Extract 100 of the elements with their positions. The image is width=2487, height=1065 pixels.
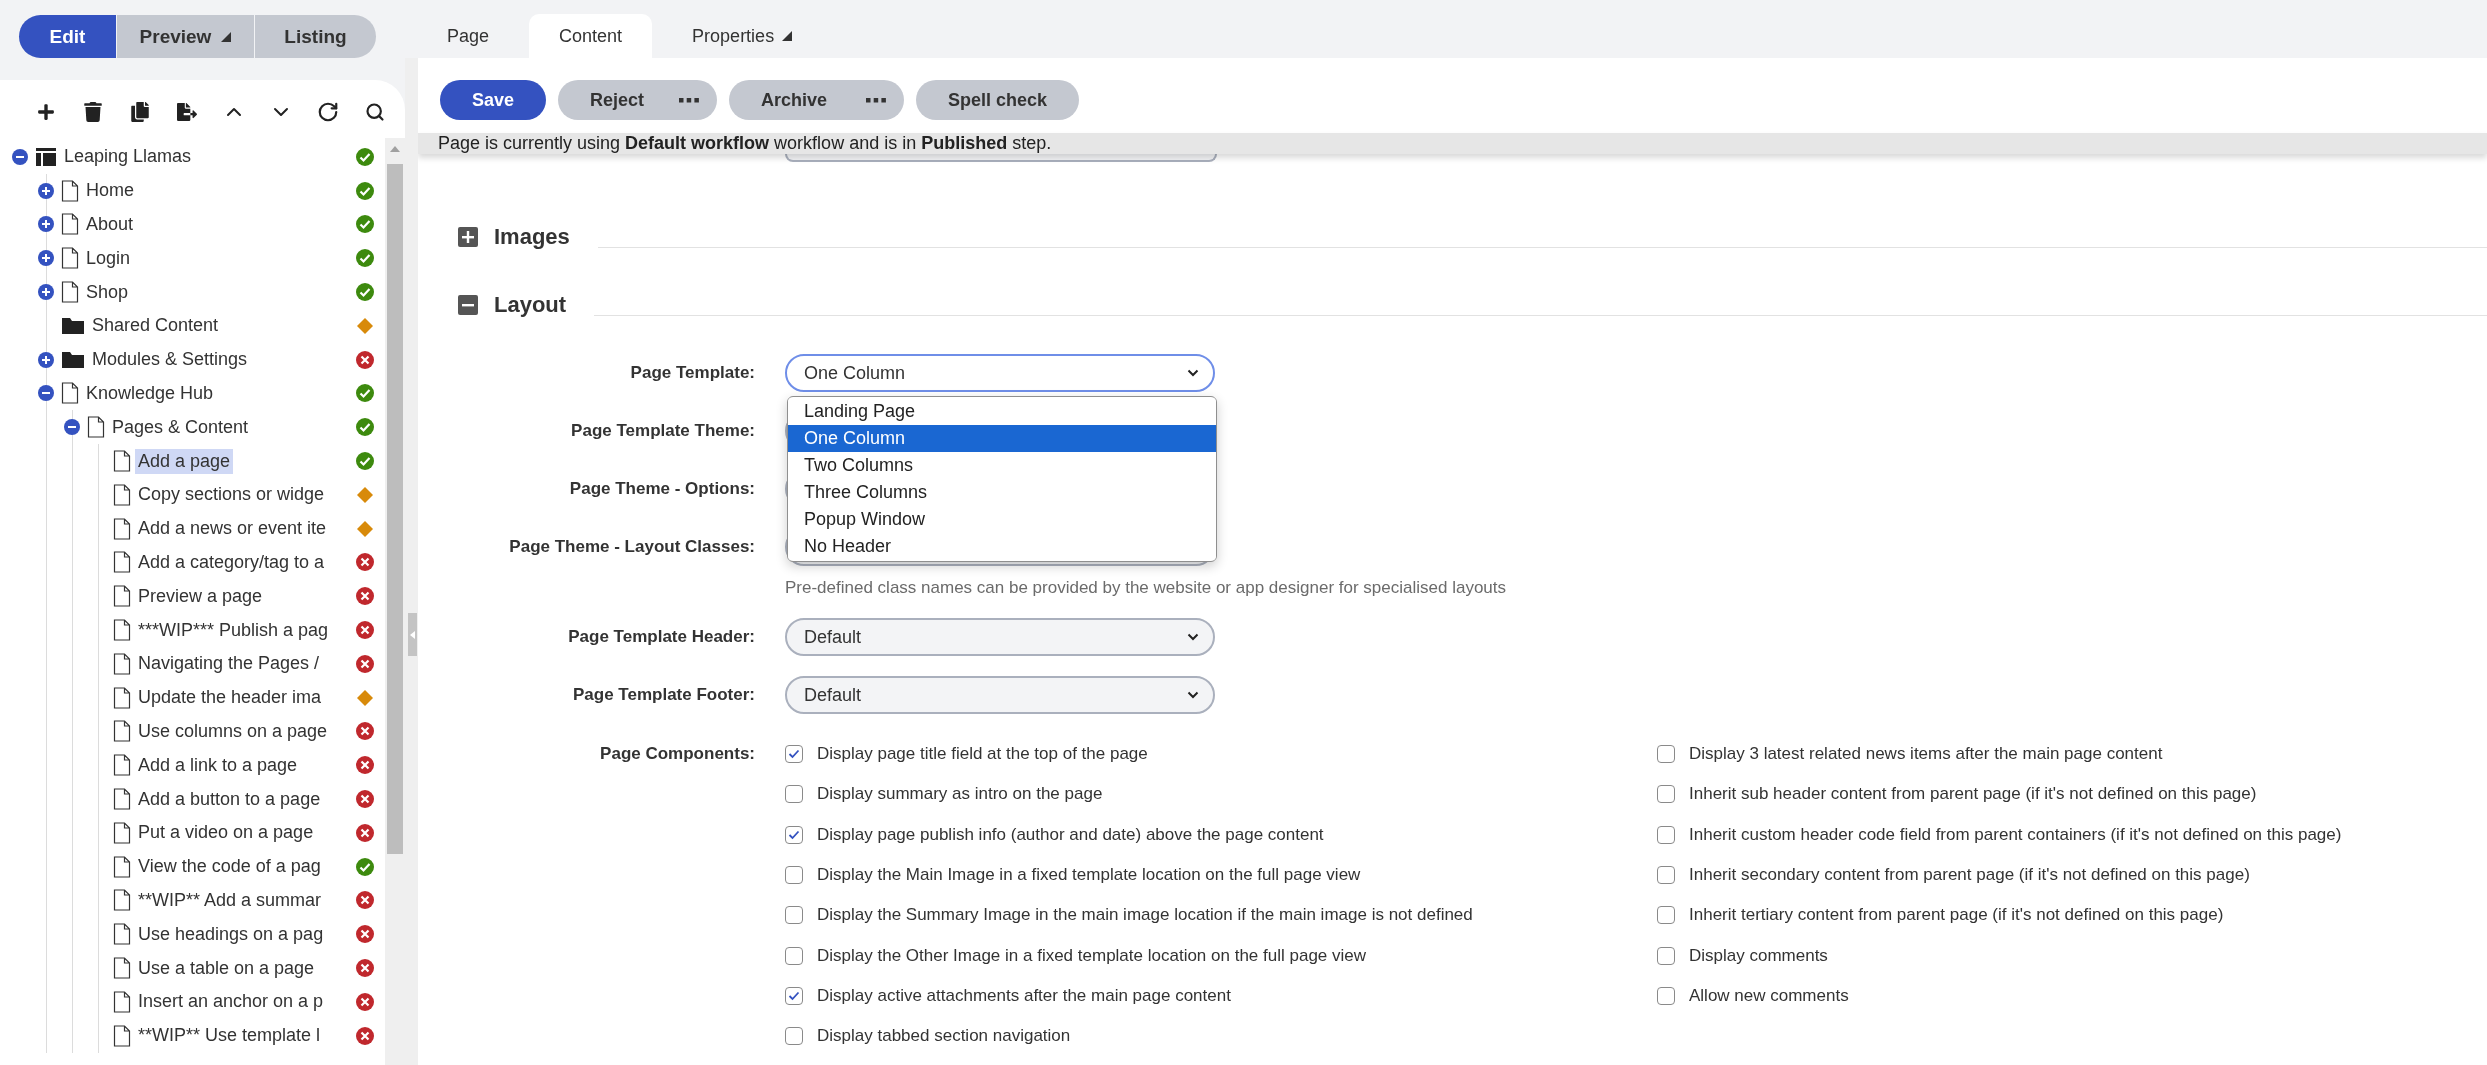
chevron-down-icon — [1187, 369, 1199, 377]
checkbox-label: Display comments — [1689, 945, 1828, 966]
section-heading[interactable]: Images — [494, 224, 570, 250]
tree-item[interactable]: Knowledge Hub — [83, 380, 217, 406]
tree-item[interactable]: Navigating the Pages / — [135, 651, 323, 677]
more-icon — [866, 97, 887, 103]
dropdown-option[interactable]: No Header — [788, 533, 1216, 560]
checkbox[interactable] — [785, 745, 803, 764]
page-icon — [61, 382, 79, 405]
toolbar-button[interactable]: Archive — [729, 80, 905, 120]
field-label: Page Theme - Layout Classes: — [508, 536, 755, 558]
tree-item[interactable]: Preview a page — [135, 583, 266, 609]
checkbox[interactable] — [1657, 745, 1675, 764]
tab[interactable]: Page — [417, 14, 520, 58]
page-icon — [113, 990, 131, 1013]
collapse-icon[interactable] — [63, 418, 81, 437]
select-field[interactable]: Default — [785, 618, 1215, 656]
tree-item[interactable]: Pages & Content — [109, 414, 252, 440]
select-field[interactable] — [785, 154, 1217, 162]
tree-item[interactable]: Use headings on a pag — [135, 921, 327, 947]
checkbox-label: Display the Main Image in a fixed template location on the full page view — [817, 865, 1361, 886]
tree-item[interactable]: Leaping Llamas — [61, 144, 195, 170]
dropdown-option[interactable]: Two Columns — [788, 452, 1216, 479]
tree-item[interactable]: Add a news or event ite — [135, 516, 330, 542]
field-label: Page Template Footer: — [572, 684, 755, 706]
tree-item[interactable]: Insert an anchor on a p — [135, 989, 327, 1015]
checkbox[interactable] — [785, 906, 803, 925]
tree-item[interactable]: Update the header ima — [135, 685, 325, 711]
tree-item[interactable]: Use columns on a page — [135, 718, 331, 744]
tree-item[interactable]: Shared Content — [89, 313, 222, 339]
collapse-icon[interactable] — [11, 147, 29, 166]
dropdown-option[interactable]: Three Columns — [788, 479, 1216, 506]
tree-item[interactable]: Use a table on a page — [135, 955, 318, 981]
checkmark-icon — [788, 749, 800, 760]
tree-item[interactable]: Add a link to a page — [135, 752, 301, 778]
dropdown-option[interactable]: Landing Page — [788, 398, 1216, 425]
checkbox[interactable] — [785, 866, 803, 885]
tree-item[interactable]: Shop — [83, 279, 132, 305]
expand-icon[interactable] — [37, 249, 55, 268]
expand-icon[interactable] — [37, 215, 55, 234]
splitter-handle[interactable] — [408, 613, 417, 656]
mode-tab[interactable]: Edit — [19, 15, 116, 58]
checkmark-icon — [788, 990, 800, 1001]
tree-item[interactable]: About — [83, 212, 137, 237]
expand-icon[interactable] — [37, 283, 55, 302]
checkbox[interactable] — [785, 986, 803, 1005]
toolbar-button[interactable]: Reject — [558, 80, 718, 120]
mode-tab[interactable]: Listing — [255, 15, 376, 58]
expand-icon[interactable] — [37, 350, 55, 369]
page-icon — [113, 923, 131, 946]
tree-item[interactable]: **WIP** Add a summar — [135, 887, 325, 913]
select-field[interactable]: Default — [785, 676, 1215, 714]
workflow-status-message: Page is currently using Default workflow workflow and is in Published step. — [418, 133, 2487, 154]
select-field[interactable]: One Column — [785, 354, 1215, 392]
checkbox[interactable] — [1657, 825, 1675, 844]
tree-item[interactable]: Add a category/tag to a — [135, 549, 328, 575]
checkbox-label: Display the Other Image in a fixed template location on the full page view — [817, 945, 1367, 966]
checkbox[interactable] — [1657, 906, 1675, 925]
page-icon — [61, 179, 79, 202]
dropdown-option[interactable]: One Column — [788, 425, 1216, 452]
checkbox[interactable] — [785, 946, 803, 965]
tab[interactable]: Content — [529, 14, 653, 58]
layout-icon — [35, 146, 57, 167]
checkbox[interactable] — [1657, 866, 1675, 885]
page-icon — [113, 483, 131, 506]
collapse-icon[interactable] — [458, 295, 478, 315]
mode-tab[interactable]: Preview — [117, 15, 254, 58]
section-heading[interactable]: Layout — [494, 292, 567, 318]
tree-item[interactable]: ***WIP*** Publish a pag — [135, 617, 332, 643]
checkbox[interactable] — [785, 1027, 803, 1046]
checkbox[interactable] — [1657, 946, 1675, 965]
tree-item[interactable]: Modules & Settings — [89, 347, 251, 373]
collapse-icon[interactable] — [37, 384, 55, 403]
expand-icon[interactable] — [458, 227, 478, 247]
checkbox[interactable] — [1657, 986, 1675, 1005]
checkbox-label: Allow new comments — [1689, 985, 1849, 1006]
checkbox[interactable] — [1657, 785, 1675, 804]
tree-item[interactable]: Add a button to a page — [135, 786, 324, 812]
dropdown-option[interactable]: Popup Window — [788, 506, 1216, 533]
tree-item[interactable]: Copy sections or widge — [135, 482, 328, 508]
tree-item[interactable]: Add a page — [135, 448, 234, 474]
tree-item[interactable]: Home — [83, 178, 137, 204]
page-icon — [113, 889, 131, 912]
page-icon — [113, 1024, 131, 1047]
expand-icon[interactable] — [37, 181, 55, 200]
checkbox[interactable] — [785, 825, 803, 844]
scrollbar[interactable] — [385, 138, 405, 1065]
page-icon — [113, 517, 131, 540]
checkbox-label: Display summary as intro on the page — [817, 784, 1103, 805]
field-label: Page Template: — [629, 362, 755, 384]
page-icon — [113, 855, 131, 878]
tree-item[interactable]: View the code of a pag — [135, 854, 324, 880]
tree-item[interactable]: Put a video on a page — [135, 820, 317, 846]
page-icon — [113, 754, 131, 777]
tree-item[interactable]: **WIP** Use template l — [135, 1023, 324, 1049]
tab[interactable]: Properties — [662, 14, 823, 58]
toolbar-button[interactable]: Spell check — [916, 80, 1080, 120]
toolbar-button[interactable]: Save — [440, 80, 547, 120]
checkbox[interactable] — [785, 785, 803, 804]
tree-item[interactable]: Login — [83, 245, 134, 271]
